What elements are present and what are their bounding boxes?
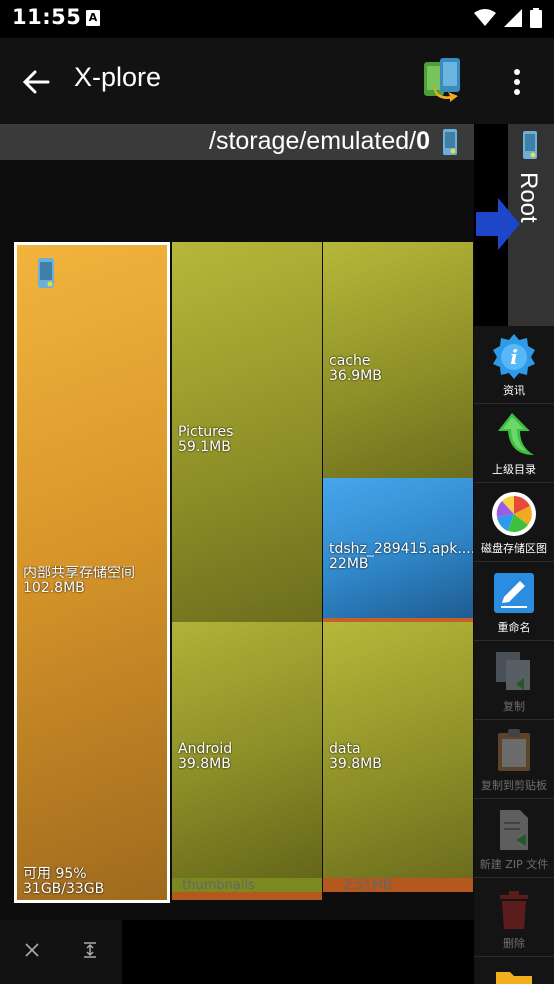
treemap-folder-data[interactable]: data 39.8MB bbox=[323, 622, 473, 878]
xplore-logo-icon[interactable] bbox=[422, 56, 464, 104]
status-time: 11:55 bbox=[12, 5, 82, 29]
svg-text:i: i bbox=[510, 345, 518, 369]
wifi-icon bbox=[474, 9, 496, 26]
more-vert-icon bbox=[514, 69, 520, 95]
arrow-right-icon bbox=[476, 198, 520, 250]
tool-label: 重命名 bbox=[497, 621, 531, 634]
treemap-folder-cache[interactable]: cache 36.9MB bbox=[323, 242, 473, 478]
arrow-up-icon bbox=[498, 413, 534, 455]
treemap-file-apk[interactable]: tdshz_289415.apk.... 22MB bbox=[323, 478, 473, 618]
copy-icon bbox=[496, 652, 530, 690]
info-button[interactable]: i 资讯 bbox=[474, 326, 554, 404]
file-size: 2.51MB bbox=[343, 878, 393, 893]
tool-label: 新建 ZIP 文件 bbox=[479, 858, 549, 871]
treemap-internal-storage[interactable]: 内部共享存储空间 102.8MB 可用 95% 31GB/33GB bbox=[14, 242, 170, 903]
rename-button[interactable]: 重命名 bbox=[474, 563, 554, 641]
tool-label: 复制 bbox=[503, 700, 525, 713]
disk-map: 内部共享存储空间 102.8MB 可用 95% 31GB/33GB Pictur… bbox=[0, 160, 474, 920]
app-bar: X-plore bbox=[0, 38, 554, 124]
collapse-icon[interactable] bbox=[80, 940, 100, 960]
status-icons bbox=[474, 8, 542, 28]
storage-free-size: 31GB/33GB bbox=[23, 882, 105, 897]
zip-file-icon bbox=[500, 810, 528, 850]
folder-size: 39.8MB bbox=[329, 757, 382, 772]
app-title: X-plore bbox=[74, 62, 162, 92]
storage-name: 内部共享存储空间 bbox=[23, 566, 135, 581]
tool-label: 上级目录 bbox=[492, 463, 536, 476]
delete-button[interactable]: 删除 bbox=[474, 879, 554, 957]
bottom-controls bbox=[0, 920, 122, 984]
folder-size: 39.8MB bbox=[178, 757, 231, 772]
phone-storage-icon bbox=[523, 131, 537, 159]
file-name: tdshz_289415.apk.... bbox=[329, 542, 473, 557]
tool-label: 复制到剪贴板 bbox=[481, 779, 547, 792]
current-path: /storage/emulated/0 bbox=[209, 127, 430, 156]
edit-icon bbox=[494, 573, 534, 613]
new-zip-button[interactable]: 新建 ZIP 文件 bbox=[474, 800, 554, 878]
close-icon[interactable] bbox=[22, 940, 42, 960]
info-icon: i bbox=[493, 334, 535, 379]
folder-size: 36.9MB bbox=[329, 369, 382, 384]
battery-icon bbox=[530, 8, 542, 28]
back-button[interactable] bbox=[14, 60, 58, 104]
treemap-file-small[interactable] bbox=[172, 892, 322, 900]
folder-size: 59.1MB bbox=[178, 440, 231, 455]
phone-storage-icon bbox=[38, 258, 54, 288]
folder-button[interactable] bbox=[474, 958, 554, 984]
tool-label: 删除 bbox=[503, 937, 525, 950]
folder-name: Android bbox=[178, 742, 233, 757]
treemap-file-small[interactable]: 2.51MB bbox=[323, 878, 473, 893]
path-last-segment: 0 bbox=[416, 127, 430, 155]
storage-free-label: 可用 95% bbox=[23, 867, 87, 882]
path-bar[interactable]: /storage/emulated/0 bbox=[0, 124, 474, 160]
folder-icon bbox=[496, 972, 532, 984]
action-toolbar: i 资讯 上级目录 磁盘存储区图 重命名 复制 复制到剪贴板 新建 ZIP 文件… bbox=[474, 326, 554, 984]
treemap-folder-pictures[interactable]: Pictures 59.1MB bbox=[172, 242, 322, 622]
treemap-folder-android[interactable]: Android 39.8MB bbox=[172, 622, 322, 878]
folder-name: cache bbox=[329, 354, 371, 369]
path-prefix: /storage/emulated/ bbox=[209, 127, 417, 155]
notification-icon: A bbox=[86, 10, 100, 26]
parent-dir-button[interactable]: 上级目录 bbox=[474, 405, 554, 483]
tool-label: 资讯 bbox=[503, 384, 525, 397]
trash-icon bbox=[500, 891, 528, 929]
status-bar: 11:55 A bbox=[0, 0, 554, 38]
arrow-back-icon bbox=[22, 70, 50, 94]
signal-icon bbox=[504, 9, 522, 27]
pie-chart-icon bbox=[492, 492, 536, 536]
folder-name: data bbox=[329, 742, 361, 757]
disk-map-button[interactable]: 磁盘存储区图 bbox=[474, 484, 554, 562]
overflow-menu-button[interactable] bbox=[500, 60, 534, 104]
clipboard-icon bbox=[498, 729, 530, 771]
file-size: 22MB bbox=[329, 557, 369, 572]
folder-name: Pictures bbox=[178, 425, 234, 440]
copy-button[interactable]: 复制 bbox=[474, 642, 554, 720]
phone-storage-icon bbox=[443, 129, 457, 155]
copy-to-clipboard-button[interactable]: 复制到剪贴板 bbox=[474, 721, 554, 799]
tool-label: 磁盘存储区图 bbox=[481, 542, 547, 555]
treemap-folder-thumbnails[interactable]: .thumbnails bbox=[172, 878, 322, 893]
folder-name: .thumbnails bbox=[178, 878, 255, 893]
storage-size: 102.8MB bbox=[23, 581, 85, 596]
